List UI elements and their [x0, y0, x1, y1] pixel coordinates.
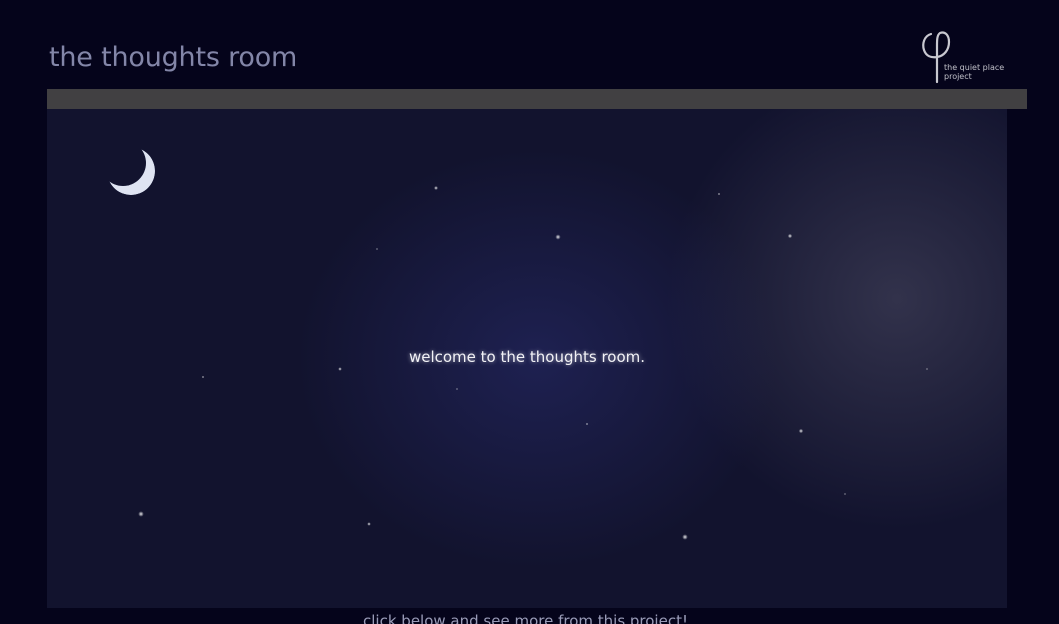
quiet-place-logo[interactable]: the quiet place project	[919, 28, 1019, 84]
star-icon	[138, 511, 144, 517]
more-from-project-link[interactable]: click below and see more from this proje…	[0, 612, 1059, 624]
star-icon	[844, 493, 846, 495]
star-icon	[434, 186, 438, 190]
star-icon	[585, 422, 589, 426]
page: the thoughts room the quiet place projec…	[0, 0, 1059, 624]
star-icon	[787, 233, 793, 239]
welcome-message: welcome to the thoughts room.	[408, 348, 646, 366]
star-icon	[201, 375, 205, 379]
page-title: the thoughts room	[49, 42, 298, 73]
star-icon	[682, 534, 688, 540]
logo-line-2: project	[944, 72, 972, 81]
star-icon	[717, 192, 721, 196]
header-bar	[47, 89, 1027, 109]
star-icon	[798, 428, 804, 434]
crescent-moon-icon	[105, 145, 157, 197]
night-sky-scene[interactable]: welcome to the thoughts room.	[47, 109, 1007, 608]
star-icon	[926, 368, 928, 370]
star-icon	[456, 388, 458, 390]
star-icon	[376, 248, 378, 250]
star-icon	[338, 367, 342, 371]
logo-text: the quiet place project	[944, 63, 1004, 81]
more-from-project-label: click below and see more from this proje…	[363, 612, 688, 624]
star-icon	[555, 234, 561, 240]
logo-line-1: the quiet place	[944, 63, 1005, 72]
star-icon	[367, 522, 371, 526]
